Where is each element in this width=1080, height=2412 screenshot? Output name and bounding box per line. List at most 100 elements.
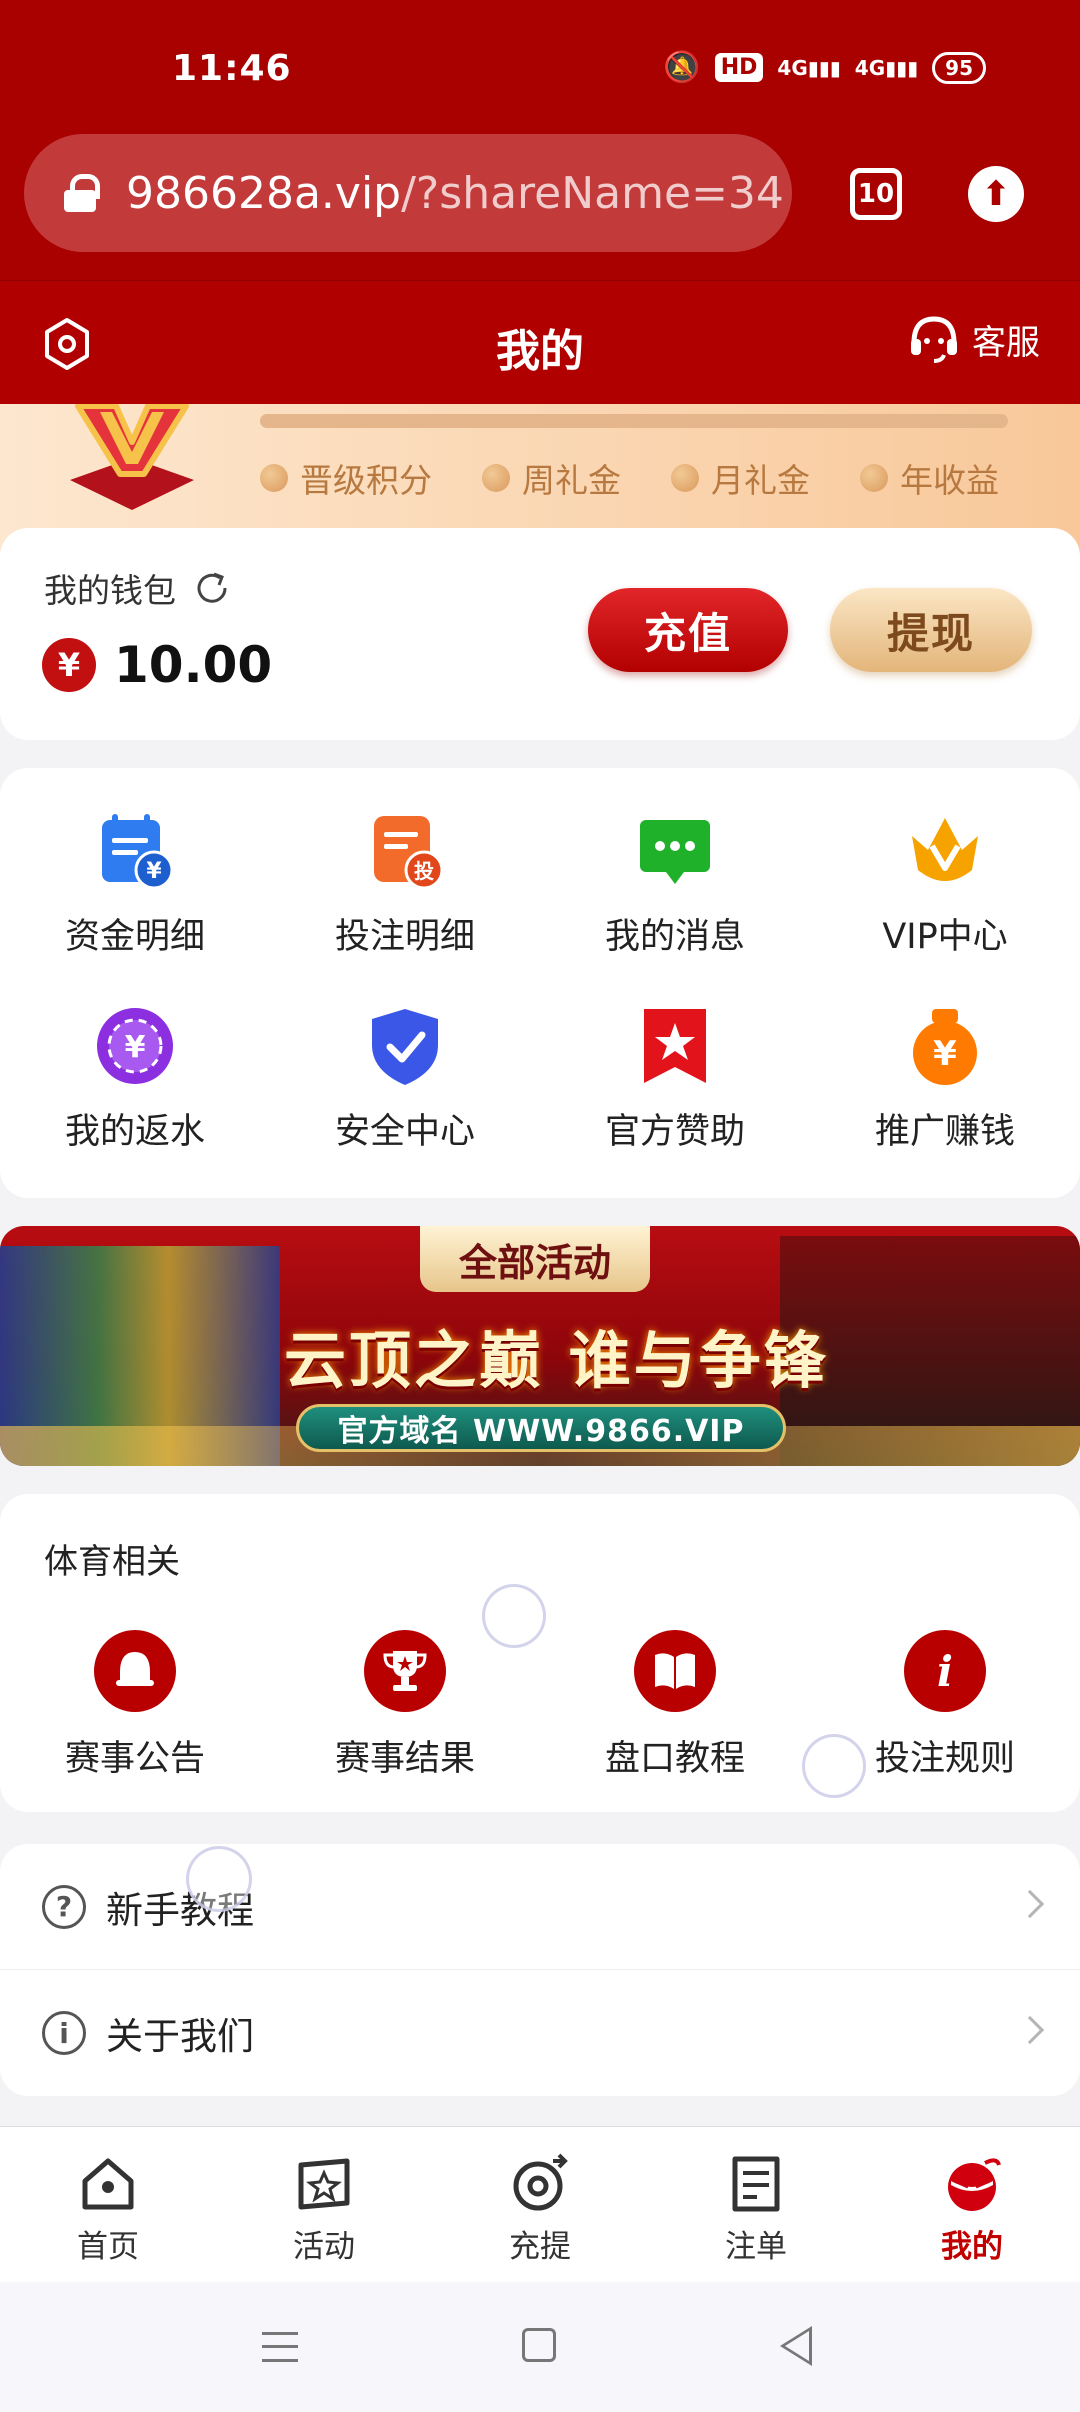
vip-tag-label: 月礼金 — [711, 461, 810, 500]
wallet-card: 我的钱包 ¥ 10.00 充值 提现 — [0, 528, 1080, 740]
vip-tag-dot-icon — [671, 464, 699, 492]
signal-icon-2: 4G▮▮▮ — [854, 55, 919, 80]
grid-label: 安全中心 — [334, 1112, 475, 1152]
url-domain: 986628a.vip — [126, 167, 402, 219]
sports-item-announcements[interactable]: 赛事公告 — [0, 1630, 270, 1781]
sports-label: 盘口教程 — [604, 1739, 745, 1779]
banner-headline: 云顶之巅 谁与争锋 — [284, 1324, 829, 1397]
question-icon: ? — [42, 1884, 86, 1929]
signal-icon-1: 4G▮▮▮ — [777, 55, 841, 80]
grid-label: VIP中心 — [882, 917, 1008, 957]
function-grid: ¥ 资金明细 投 投注明细 我的消息 VIP中心 ¥ 我的返水 安全中心 官方赞… — [0, 808, 1080, 1154]
wallet-balance: ¥ 10.00 — [42, 636, 272, 694]
promo-banner[interactable]: 全部活动 云顶之巅 谁与争锋 官方域名 WWW.9866.VIP — [0, 1226, 1080, 1466]
balance-amount: 10.00 — [114, 636, 273, 694]
nav-activity[interactable]: 活动 — [216, 2127, 432, 2282]
vip-tag-dot-icon — [860, 464, 888, 492]
hd-indicator: HD — [714, 53, 764, 82]
menu-card: ? 新手教程 i 关于我们 — [0, 1844, 1080, 2096]
profile-icon — [948, 2158, 1001, 2211]
url-path: /?shareName=34 — [401, 167, 784, 219]
grid-label: 资金明细 — [64, 917, 205, 957]
status-icons: 🔕 HD 4G▮▮▮ 4G▮▮▮ 95 — [663, 50, 986, 85]
nav-label: 我的 — [941, 2229, 1003, 2265]
upload-button[interactable]: ⬆ — [968, 166, 1024, 222]
customer-service-button[interactable]: 客服 — [906, 311, 1040, 367]
nav-home[interactable]: 首页 — [0, 2127, 216, 2282]
grid-item-sponsor[interactable]: 官方赞助 — [540, 1003, 810, 1154]
info-icon: i — [904, 1630, 986, 1712]
nav-orders[interactable]: 注单 — [648, 2127, 864, 2282]
grid-item-messages[interactable]: 我的消息 — [540, 808, 810, 959]
vip-badge-icon — [70, 404, 194, 510]
info-circle-icon: i — [42, 2011, 86, 2055]
promote-icon: ¥ — [913, 1009, 977, 1085]
fund-details-icon: ¥ — [102, 814, 174, 890]
bet-details-icon: 投 — [374, 816, 444, 890]
shield-icon — [372, 1009, 438, 1085]
sports-item-tutorial[interactable]: 盘口教程 — [540, 1630, 810, 1781]
vip-icon — [912, 818, 978, 881]
menu-label: 关于我们 — [106, 2015, 254, 2058]
vip-tag: 周礼金 — [482, 454, 621, 502]
recent-apps-icon[interactable] — [262, 2332, 298, 2362]
sponsor-icon — [644, 1009, 706, 1083]
vip-progress-bar — [260, 414, 1008, 428]
grid-item-vip-center[interactable]: VIP中心 — [810, 808, 1080, 959]
svg-text:投: 投 — [414, 859, 434, 883]
grid-item-bet-details[interactable]: 投 投注明细 — [270, 808, 540, 959]
banner-domain: 官方域名 WWW.9866.VIP — [296, 1404, 786, 1452]
svg-text:i: i — [937, 1647, 953, 1696]
vip-tags: 晋级积分 周礼金 月礼金 年收益 — [260, 454, 999, 502]
rebate-icon: ¥ — [97, 1008, 173, 1084]
tab-count-button[interactable]: 10 — [850, 168, 902, 220]
back-icon[interactable] — [780, 2326, 812, 2366]
grid-label: 我的返水 — [64, 1112, 205, 1152]
book-icon — [634, 1630, 716, 1712]
grid-item-fund-details[interactable]: ¥ 资金明细 — [0, 808, 270, 959]
grid-label: 推广赚钱 — [874, 1112, 1015, 1152]
url-text[interactable]: 986628a.vip/?shareName=34 — [126, 168, 784, 219]
system-nav-bar — [0, 2282, 1080, 2412]
banner-tag[interactable]: 全部活动 — [420, 1226, 650, 1292]
grid-label: 官方赞助 — [604, 1112, 745, 1152]
sports-item-results[interactable]: 赛事结果 — [270, 1630, 540, 1781]
url-bar[interactable]: 986628a.vip/?shareName=34 — [24, 134, 792, 252]
grid-item-rebate[interactable]: ¥ 我的返水 — [0, 1003, 270, 1154]
bell-icon — [94, 1630, 176, 1712]
trophy-icon — [364, 1630, 446, 1712]
nav-profile[interactable]: 我的 — [864, 2127, 1080, 2282]
vip-tag: 晋级积分 — [260, 454, 432, 502]
menu-item-beginner-tutorial[interactable]: ? 新手教程 — [0, 1844, 1080, 1970]
vip-tag: 月礼金 — [671, 454, 810, 502]
home-icon — [82, 2158, 134, 2210]
vip-tag-label: 周礼金 — [522, 461, 621, 500]
network-type-2: 4G — [854, 55, 886, 80]
touch-ripple — [802, 1734, 866, 1798]
grid-item-security[interactable]: 安全中心 — [270, 1003, 540, 1154]
home-button-icon[interactable] — [522, 2328, 556, 2362]
orders-icon — [732, 2156, 780, 2212]
refresh-icon[interactable] — [192, 568, 232, 608]
mute-icon: 🔕 — [663, 50, 701, 85]
nav-label: 注单 — [725, 2229, 787, 2265]
sports-label: 赛事公告 — [64, 1739, 205, 1779]
withdraw-button[interactable]: 提现 — [830, 588, 1032, 672]
app-header: 我的 客服 — [0, 280, 1080, 404]
nav-recharge-withdraw[interactable]: 充提 — [432, 2127, 648, 2282]
sports-row: 赛事公告 赛事结果 盘口教程 i 投注规则 — [0, 1630, 1080, 1781]
grid-label: 投注明细 — [334, 917, 475, 957]
touch-ripple — [482, 1584, 546, 1648]
recharge-button[interactable]: 充值 — [588, 588, 788, 672]
vip-tag-label: 晋级积分 — [300, 461, 432, 500]
nav-label: 充提 — [509, 2229, 571, 2265]
grid-label: 我的消息 — [604, 917, 745, 957]
status-time: 11:46 — [172, 48, 292, 89]
menu-item-about-us[interactable]: i 关于我们 — [0, 1970, 1080, 2096]
lock-icon — [64, 174, 100, 212]
wallet-label-text: 我的钱包 — [44, 571, 176, 610]
recharge-icon — [513, 2153, 568, 2211]
nav-label: 活动 — [293, 2229, 355, 2265]
svg-text:¥: ¥ — [125, 1030, 146, 1065]
grid-item-promote[interactable]: ¥ 推广赚钱 — [810, 1003, 1080, 1154]
